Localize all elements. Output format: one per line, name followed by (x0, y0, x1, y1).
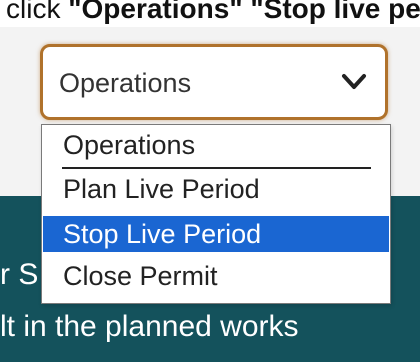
instruction-bold: "Operations" "Stop live pe (68, 0, 420, 24)
teal-text-line-2: lt in the planned works (0, 310, 299, 343)
option-stop-live-period[interactable]: Stop Live Period (43, 216, 389, 252)
select-value: Operations (59, 68, 192, 98)
option-close-permit[interactable]: Close Permit (43, 258, 389, 294)
operations-select[interactable]: Operations (40, 44, 388, 120)
teal-text-line-1: r S (0, 258, 39, 291)
instruction-prefix: click (6, 0, 69, 24)
operations-dropdown-list: Operations Plan Live Period Stop Live Pe… (41, 124, 391, 304)
chevron-down-icon (341, 71, 367, 93)
option-divider (62, 167, 371, 169)
option-plan-live-period[interactable]: Plan Live Period (43, 171, 389, 207)
option-operations[interactable]: Operations (43, 127, 389, 163)
instruction-text: click "Operations" "Stop live pe (0, 0, 420, 27)
